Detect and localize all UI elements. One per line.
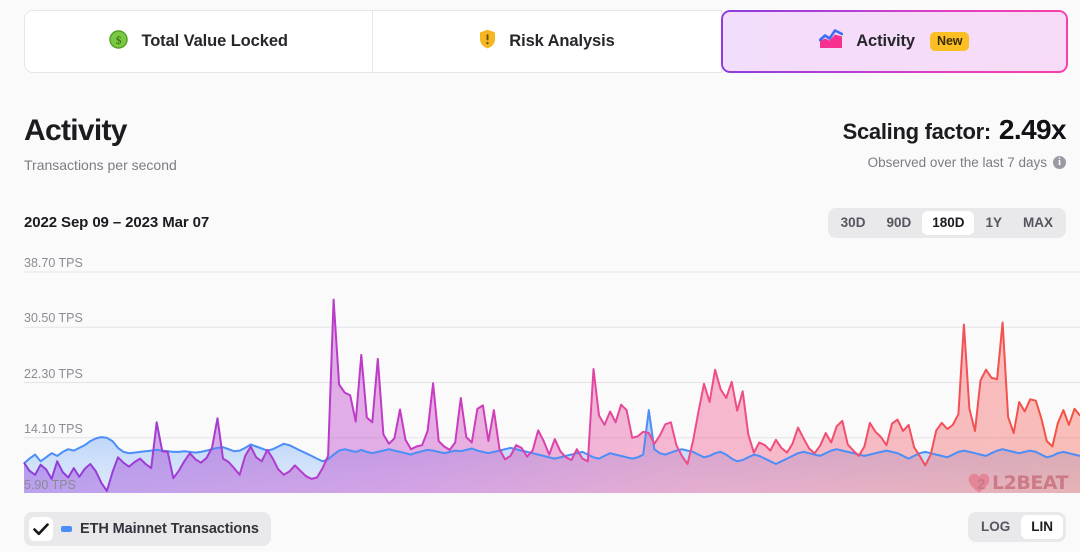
new-badge: New [930,32,969,52]
activity-page: $ Total Value Locked Risk Analysis [0,0,1080,552]
y-axis-label-4: 5.90 TPS [24,479,76,492]
chart-gridlines [24,272,1080,438]
activity-chart[interactable]: 38.70 TPS 30.50 TPS 22.30 TPS 14.10 TPS … [0,248,1080,498]
legend-label: ETH Mainnet Transactions [80,521,259,537]
tab-label-risk-analysis: Risk Analysis [509,32,614,51]
scaling-factor-label: Scaling factor: [843,121,991,143]
y-axis-label-2: 22.30 TPS [24,368,83,381]
page-subtitle: Transactions per second [24,158,177,172]
scale-option-log[interactable]: LOG [971,515,1020,539]
scale-toggle: LOG LIN [968,512,1066,542]
observed-label: Observed over the last 7 days [868,156,1047,170]
chart-plot-area [24,300,1080,493]
shield-warning-icon [479,29,496,54]
observed-row: Observed over the last 7 days i [843,156,1066,170]
tab-total-value-locked[interactable]: $ Total Value Locked [24,10,373,73]
range-option-90d[interactable]: 90D [876,211,921,235]
page-title: Activity [24,116,177,146]
scaling-factor-block: Scaling factor: 2.49x Observed over the … [843,116,1066,170]
time-range-selector: 30D 90D 180D 1Y MAX [828,208,1066,238]
range-option-180d[interactable]: 180D [922,211,974,235]
dollar-coin-icon: $ [109,30,128,54]
tab-bar: $ Total Value Locked Risk Analysis [24,10,1068,73]
svg-text:2: 2 [977,476,985,493]
page-heading: Activity Transactions per second [24,116,177,172]
legend-color-swatch [61,526,72,532]
range-option-1y[interactable]: 1Y [975,211,1012,235]
scaling-factor-row: Scaling factor: 2.49x [843,116,1066,144]
check-icon [33,523,49,536]
date-range-label: 2022 Sep 09 – 2023 Mar 07 [24,214,209,231]
legend-checkbox[interactable] [29,517,53,541]
scaling-factor-value: 2.49x [999,116,1066,144]
legend-eth-mainnet[interactable]: ETH Mainnet Transactions [24,512,271,546]
info-icon[interactable]: i [1053,156,1066,169]
scale-option-lin[interactable]: LIN [1021,515,1063,539]
tab-risk-analysis[interactable]: Risk Analysis [373,10,721,73]
range-option-30d[interactable]: 30D [831,211,876,235]
y-axis-label-3: 14.10 TPS [24,423,83,436]
heart-icon: 2 [967,472,991,494]
l2beat-watermark: 2 L2BEAT [967,472,1068,494]
tab-label-total-value-locked: Total Value Locked [141,32,287,51]
y-axis-label-1: 30.50 TPS [24,312,83,325]
y-axis-label-0: 38.70 TPS [24,257,83,270]
activity-chart-icon [819,28,843,55]
tab-activity[interactable]: Activity New [721,10,1068,73]
tab-label-activity: Activity [856,32,915,51]
watermark-text: L2BEAT [992,472,1068,494]
chart-canvas [0,248,1080,498]
range-option-max[interactable]: MAX [1013,211,1063,235]
svg-text:$: $ [116,34,122,46]
